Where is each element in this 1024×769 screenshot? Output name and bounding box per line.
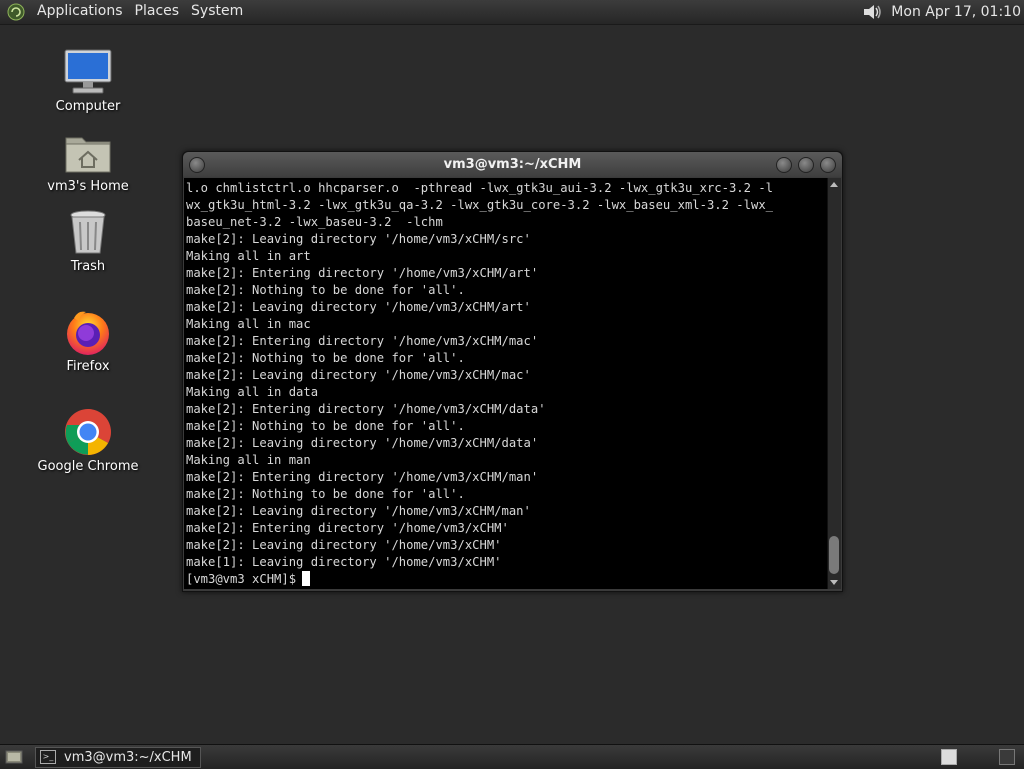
desktop-icon-computer[interactable]: Computer [33,46,143,114]
scroll-up-arrow-icon[interactable] [830,182,838,187]
clock[interactable]: Mon Apr 17, 01:10 [885,4,1024,20]
menu-applications[interactable]: Applications [31,0,129,24]
terminal-line: baseu_net-3.2 -lwx_baseu-3.2 -lchm [186,215,443,229]
terminal-line: make[2]: Leaving directory '/home/vm3/xC… [186,538,502,552]
terminal-line: wx_gtk3u_html-3.2 -lwx_gtk3u_qa-3.2 -lwx… [186,198,773,212]
terminal-line: make[2]: Entering directory '/home/vm3/x… [186,334,539,348]
firefox-icon [61,306,115,358]
terminal-prompt-line[interactable]: [vm3@vm3 xCHM]$ [186,571,827,588]
window-menu-button[interactable] [189,157,205,173]
terminal-line: make[2]: Nothing to be done for 'all'. [186,419,465,433]
terminal-line: make[2]: Nothing to be done for 'all'. [186,283,465,297]
menu-system[interactable]: System [185,0,249,24]
terminal-output[interactable]: l.o chmlistctrl.o hhcparser.o -pthread -… [184,178,827,589]
taskbar-task-label: vm3@vm3:~/xCHM [64,749,192,765]
terminal-line: make[2]: Leaving directory '/home/vm3/xC… [186,504,531,518]
maximize-button[interactable] [798,157,814,173]
terminal-line: make[2]: Leaving directory '/home/vm3/xC… [186,232,531,246]
terminal-prompt: [vm3@vm3 xCHM]$ [186,572,297,586]
terminal-line: make[2]: Leaving directory '/home/vm3/xC… [186,368,531,382]
terminal-text: l.o chmlistctrl.o hhcparser.o -pthread -… [184,178,827,588]
close-button[interactable] [820,157,836,173]
terminal-title: vm3@vm3:~/xCHM [443,157,582,172]
terminal-line: make[2]: Entering directory '/home/vm3/x… [186,521,509,535]
desktop-icon-home[interactable]: vm3's Home [33,126,143,194]
home-folder-icon [61,126,115,178]
bottom-panel: >_ vm3@vm3:~/xCHM [0,744,1024,769]
chrome-icon [61,406,115,458]
show-desktop-icon[interactable] [3,746,25,768]
computer-icon [61,46,115,98]
trash-icon [61,206,115,258]
terminal-cursor [302,571,311,586]
scroll-down-arrow-icon[interactable] [830,580,838,585]
volume-icon[interactable] [861,2,885,22]
workspace-2-switcher[interactable] [999,749,1015,765]
desktop-icon-chrome[interactable]: Google Chrome [33,406,143,474]
desktop-icon-label: Firefox [66,359,110,374]
desktop-icon-label: Google Chrome [37,459,139,474]
terminal-line: make[2]: Nothing to be done for 'all'. [186,487,465,501]
terminal-line: make[2]: Leaving directory '/home/vm3/xC… [186,300,531,314]
minimize-button[interactable] [776,157,792,173]
terminal-line: make[2]: Leaving directory '/home/vm3/xC… [186,436,539,450]
desktop-icon-trash[interactable]: Trash [33,206,143,274]
taskbar-terminal-button[interactable]: >_ vm3@vm3:~/xCHM [35,746,201,768]
workspace-1-switcher[interactable] [941,749,957,765]
distro-logo-icon[interactable] [5,1,27,23]
terminal-line: make[2]: Entering directory '/home/vm3/x… [186,470,539,484]
top-panel: Applications Places System Mon Apr 17, 0… [0,0,1024,25]
terminal-window[interactable]: vm3@vm3:~/xCHM l.o chmlistctrl.o hhcpars… [182,151,843,592]
terminal-line: Making all in art [186,249,311,263]
terminal-line: make[1]: Leaving directory '/home/vm3/xC… [186,555,502,569]
terminal-line: make[2]: Entering directory '/home/vm3/x… [186,266,539,280]
terminal-scrollbar[interactable] [827,178,841,589]
terminal-line: make[2]: Entering directory '/home/vm3/x… [186,402,546,416]
desktop-icon-firefox[interactable]: Firefox [33,306,143,374]
desktop-icon-label: Trash [70,259,106,274]
terminal-icon: >_ [40,750,56,764]
terminal-line: Making all in man [186,453,311,467]
terminal-titlebar[interactable]: vm3@vm3:~/xCHM [183,152,842,177]
terminal-line: l.o chmlistctrl.o hhcparser.o -pthread -… [186,181,773,195]
scrollbar-thumb[interactable] [829,536,839,574]
terminal-line: make[2]: Nothing to be done for 'all'. [186,351,465,365]
desktop-icon-label: vm3's Home [47,179,129,194]
terminal-line: Making all in mac [186,317,311,331]
terminal-line: Making all in data [186,385,319,399]
desktop-icon-label: Computer [55,99,121,114]
menu-places[interactable]: Places [129,0,186,24]
